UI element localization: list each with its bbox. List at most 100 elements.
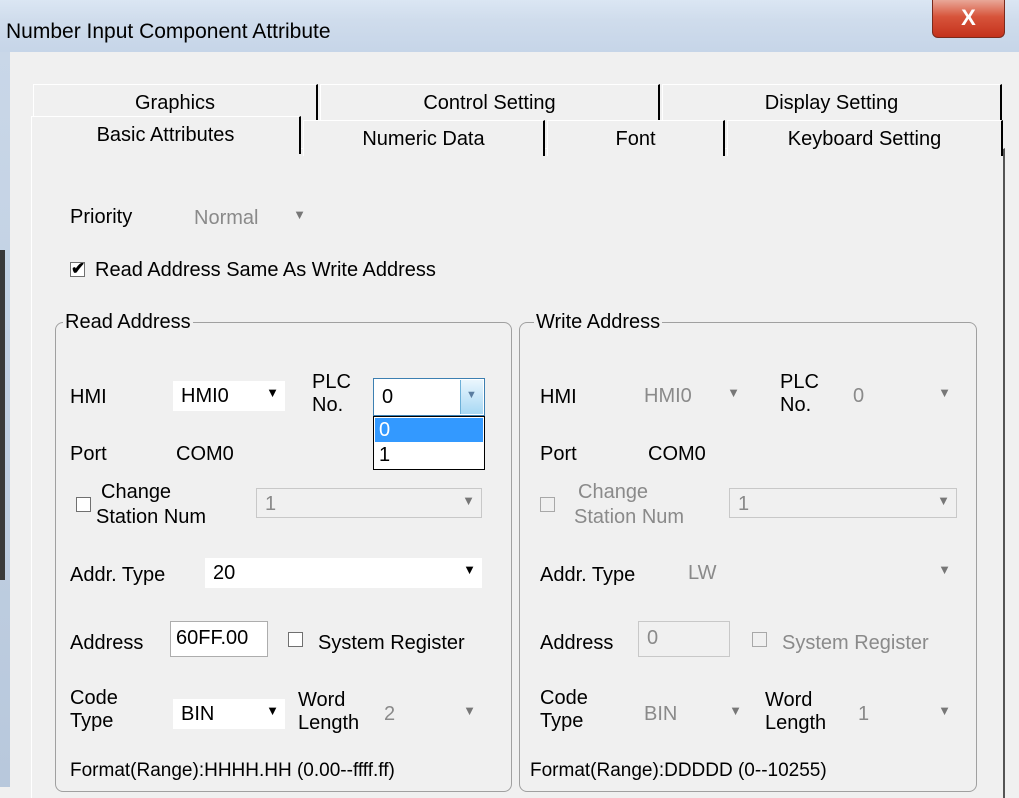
write-plc-select[interactable]: 0 ▼: [845, 381, 957, 411]
option-label: 1: [379, 444, 391, 466]
chevron-down-icon: ▼: [266, 703, 279, 718]
read-change-label-2: Station Num: [96, 506, 207, 528]
write-format-text: Format(Range):DDDDD (0--10255): [530, 760, 827, 781]
write-plc-label: PLC: [780, 371, 819, 393]
write-word-length-select[interactable]: 1 ▼: [850, 699, 957, 729]
tab-font[interactable]: Font: [547, 120, 725, 156]
read-plc-dropdown-list: 0 1: [373, 416, 485, 470]
chevron-down-icon: ▼: [462, 493, 475, 508]
tab-basic-attributes[interactable]: Basic Attributes: [31, 116, 301, 154]
tab-label: Display Setting: [764, 92, 899, 114]
write-plc-value: 0: [853, 385, 865, 407]
write-system-register-checkbox[interactable]: [752, 632, 767, 647]
chevron-down-icon: ▼: [729, 703, 742, 718]
read-hmi-value: HMI0: [181, 385, 229, 407]
write-hmi-label: HMI: [540, 386, 577, 408]
read-port-label: Port: [70, 443, 107, 465]
chevron-down-icon: ▼: [937, 493, 950, 508]
write-plc-label-2: No.: [780, 394, 812, 416]
write-change-station-checkbox[interactable]: [540, 497, 555, 512]
background-edge: [0, 250, 5, 580]
tab-label: Basic Attributes: [96, 124, 235, 146]
write-word-length-value: 1: [858, 703, 870, 725]
read-addr-type-select[interactable]: 20 ▼: [205, 558, 482, 588]
tab-label: Graphics: [134, 92, 216, 114]
priority-value: Normal: [194, 207, 259, 229]
tab-control-setting[interactable]: Control Setting: [320, 84, 660, 120]
write-port-value: COM0: [648, 443, 706, 465]
read-word-length-select[interactable]: 2 ▼: [376, 699, 482, 729]
write-code-type-value: BIN: [644, 703, 678, 725]
chevron-down-icon: ▼: [938, 562, 951, 577]
chevron-down-icon: ▼: [293, 207, 306, 222]
read-plc-dropdown-button[interactable]: ▼: [460, 380, 483, 414]
read-system-register-checkbox[interactable]: [288, 632, 303, 647]
read-word-length-value: 2: [384, 703, 396, 725]
read-station-select[interactable]: 1 ▼: [256, 488, 482, 518]
write-address-input[interactable]: 0: [638, 621, 730, 657]
write-hmi-value: HMI0: [644, 385, 692, 407]
chevron-down-icon: ▼: [463, 703, 476, 718]
write-station-select[interactable]: 1 ▼: [729, 488, 957, 518]
write-address-label: Address: [540, 632, 614, 654]
priority-label: Priority: [70, 206, 133, 228]
write-system-register-label: System Register: [782, 632, 929, 654]
same-address-label: Read Address Same As Write Address: [95, 259, 436, 281]
tab-display-setting[interactable]: Display Setting: [662, 84, 1002, 120]
tab-keyboard-setting[interactable]: Keyboard Setting: [727, 120, 1003, 156]
close-button[interactable]: X: [932, 0, 1005, 38]
read-plc-option[interactable]: 0: [375, 418, 483, 442]
read-plc-select[interactable]: 0 ▼: [373, 378, 485, 416]
write-change-label-2: Station Num: [574, 506, 685, 528]
read-word-length-label-2: Length: [298, 712, 360, 734]
write-code-type-select[interactable]: BIN ▼: [636, 699, 748, 729]
tab-label: Font: [615, 128, 656, 150]
read-addr-type-value: 20: [213, 562, 236, 584]
write-station-value: 1: [738, 493, 750, 515]
read-address-input[interactable]: 60FF.00: [170, 621, 268, 657]
write-change-label: Change: [578, 481, 649, 503]
read-plc-label-2: No.: [312, 394, 344, 416]
write-addr-type-select[interactable]: LW ▼: [680, 558, 957, 588]
write-port-label: Port: [540, 443, 577, 465]
write-address-title: Write Address: [534, 311, 663, 334]
option-label: 0: [379, 419, 391, 441]
tab-label: Numeric Data: [362, 128, 485, 150]
read-word-length-label: Word: [298, 689, 346, 711]
read-code-type-value: BIN: [181, 703, 215, 725]
chevron-down-icon: ▼: [938, 385, 951, 400]
read-code-type-select[interactable]: BIN ▼: [173, 699, 285, 729]
write-addr-type-value: LW: [688, 562, 717, 584]
priority-select[interactable]: Normal ▼: [186, 203, 312, 233]
same-address-checkbox[interactable]: ✔: [70, 259, 86, 278]
read-address-label: Address: [70, 632, 144, 654]
read-change-station-checkbox[interactable]: [76, 497, 91, 512]
chevron-down-icon: ▼: [938, 703, 951, 718]
write-address-value: 0: [647, 627, 659, 649]
read-hmi-label: HMI: [70, 386, 107, 408]
read-plc-option[interactable]: 1: [375, 443, 483, 467]
tab-graphics[interactable]: Graphics: [33, 84, 318, 120]
read-plc-label: PLC: [312, 371, 351, 393]
window-title: Number Input Component Attribute: [6, 20, 331, 43]
read-system-register-label: System Register: [318, 632, 465, 654]
read-plc-value: 0: [382, 386, 394, 408]
check-icon: ✔: [71, 259, 86, 278]
write-code-type-label: Code: [540, 687, 588, 709]
title-bar: Number Input Component Attribute X: [0, 0, 1019, 52]
write-hmi-select[interactable]: HMI0 ▼: [636, 381, 746, 411]
read-address-title: Read Address: [63, 311, 193, 334]
chevron-down-icon: ▼: [727, 385, 740, 400]
write-code-type-label-2: Type: [540, 710, 584, 732]
write-word-length-label: Word: [765, 689, 813, 711]
read-format-text: Format(Range):HHHH.HH (0.00--ffff.ff): [70, 760, 395, 781]
close-icon: X: [961, 5, 976, 30]
chevron-down-icon: ▼: [463, 562, 476, 577]
read-addr-type-label: Addr. Type: [70, 564, 166, 586]
chevron-down-icon: ▼: [266, 385, 279, 400]
tab-label: Control Setting: [423, 92, 556, 114]
read-hmi-select[interactable]: HMI0 ▼: [173, 381, 285, 411]
tab-numeric-data[interactable]: Numeric Data: [303, 120, 545, 156]
read-port-value: COM0: [176, 443, 234, 465]
read-code-type-label-2: Type: [70, 710, 114, 732]
